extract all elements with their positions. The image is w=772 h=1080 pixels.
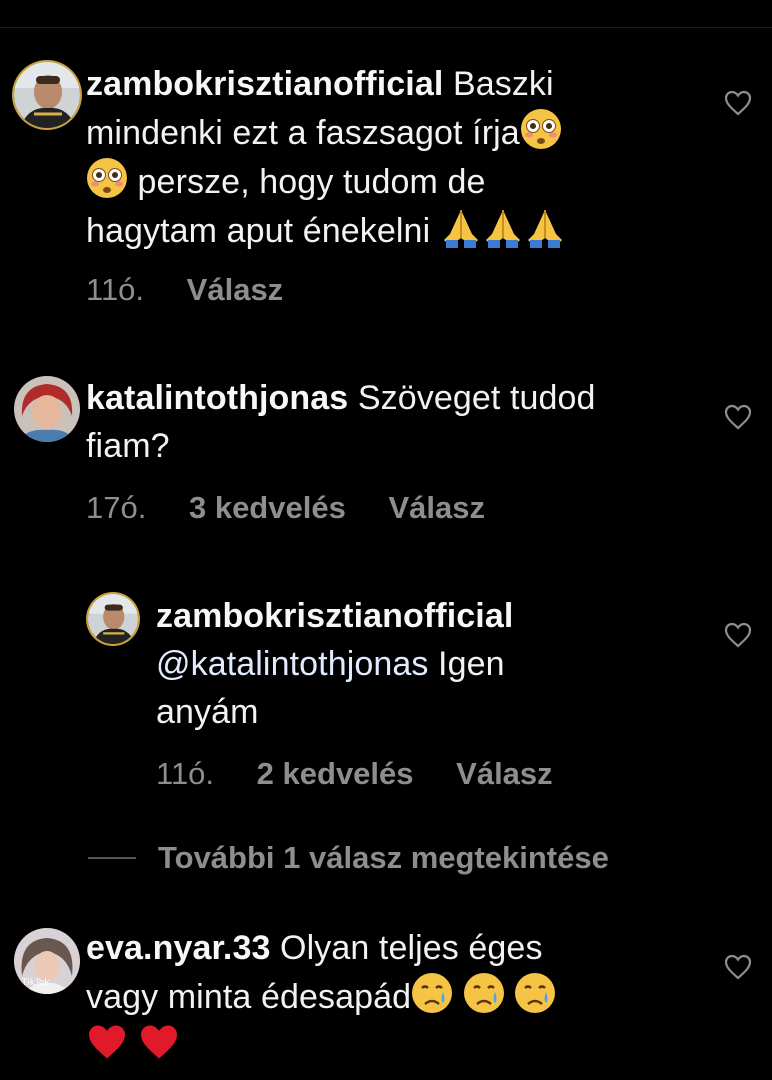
likes-count[interactable]: 3 kedvelés <box>189 490 346 525</box>
reply-button[interactable]: Válasz <box>187 272 284 307</box>
comment-meta: 11ó. Válasz <box>86 272 317 308</box>
view-more-replies-button[interactable]: További 1 válasz megtekintése <box>88 840 609 876</box>
mention-link[interactable]: @katalintothjonas <box>156 645 429 683</box>
heart-outline-icon[interactable] <box>724 622 752 648</box>
comment-line: hagytam aput énekelni <box>86 212 431 250</box>
comment-text-2: katalintothjonas Szöveget tudod fiam? <box>86 374 706 470</box>
heart-outline-icon[interactable] <box>724 954 752 980</box>
heart-outline-icon[interactable] <box>724 404 752 430</box>
heart-outline-icon[interactable] <box>724 90 752 116</box>
red-heart-emoji <box>138 1021 180 1063</box>
avatar-zambokrisztianofficial[interactable] <box>14 62 80 128</box>
folded-hands-emoji <box>440 206 482 248</box>
comment-meta: 17ó. 3 kedvelés Válasz <box>86 490 519 526</box>
comment-line: Igen <box>438 645 505 683</box>
top-divider <box>0 27 772 28</box>
reply-button[interactable]: Válasz <box>456 756 553 791</box>
comment-line: Baszki <box>452 65 554 103</box>
comment-username[interactable]: zambokrisztianofficial <box>156 597 513 635</box>
comment-line: mindenki ezt a faszsagot írja <box>86 114 520 152</box>
folded-hands-emoji <box>482 206 524 248</box>
comment-text-3: eva.nyar.33 Olyan teljes éges vagy minta… <box>86 924 706 1070</box>
tiktok-watermark: TikTok <box>22 978 50 988</box>
comment-line: Szöveget tudod <box>357 379 596 417</box>
reply-button[interactable]: Válasz <box>388 490 485 525</box>
view-more-label: További 1 válasz megtekintése <box>158 840 609 875</box>
flushed-face-emoji <box>520 108 562 150</box>
reply-text-1: zambokrisztianofficial @katalintothjonas… <box>156 592 696 736</box>
comment-line: Olyan teljes éges <box>280 929 543 967</box>
red-heart-emoji <box>86 1021 128 1063</box>
comment-text-1: zambokrisztianofficial Baszki mindenki e… <box>86 60 706 255</box>
crying-face-emoji <box>411 972 453 1014</box>
comment-username[interactable]: eva.nyar.33 <box>86 929 270 967</box>
crying-face-emoji <box>514 972 556 1014</box>
likes-count[interactable]: 2 kedvelés <box>257 756 414 791</box>
avatar-zambokrisztianofficial[interactable] <box>88 594 138 644</box>
comment-time: 11ó. <box>86 272 145 307</box>
folded-hands-emoji <box>524 206 566 248</box>
flushed-face-emoji <box>86 157 128 199</box>
avatar-katalintothjonas[interactable] <box>14 376 80 442</box>
avatar-eva-nyar-33[interactable]: TikTok <box>14 928 80 994</box>
comment-time: 11ó. <box>156 756 215 791</box>
crying-face-emoji <box>463 972 505 1014</box>
comment-line: anyám <box>156 693 259 731</box>
comment-line: fiam? <box>86 427 170 465</box>
comment-meta: 11ó. 2 kedvelés Válasz <box>156 756 587 792</box>
comment-time: 17ó. <box>86 490 147 525</box>
comment-line: persze, hogy tudom de <box>137 163 486 201</box>
view-more-divider <box>88 857 136 859</box>
comment-username[interactable]: katalintothjonas <box>86 379 348 417</box>
comment-line: vagy minta édesapád <box>86 978 412 1016</box>
comment-username[interactable]: zambokrisztianofficial <box>86 65 443 103</box>
